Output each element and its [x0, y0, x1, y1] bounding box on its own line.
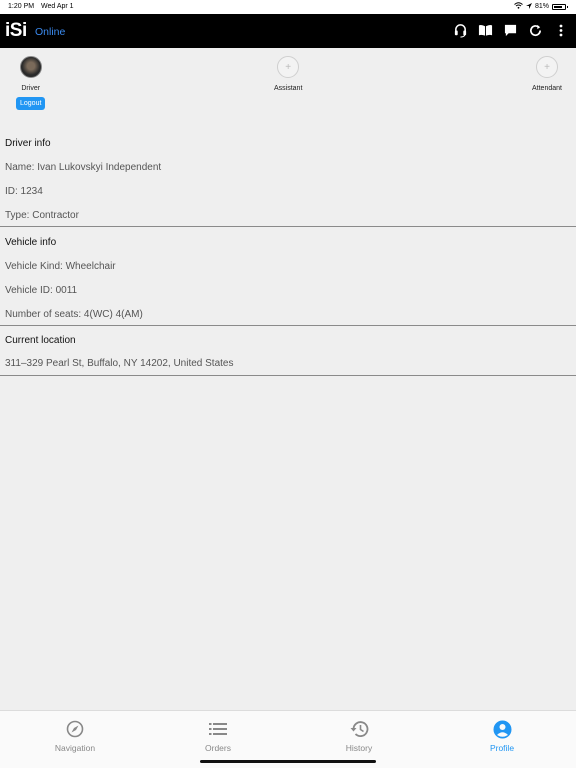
vehicle-seats: Number of seats: 4(WC) 4(AM): [5, 309, 143, 320]
logout-button[interactable]: Logout: [16, 97, 46, 110]
add-attendant-button[interactable]: +: [535, 56, 558, 78]
app-header: iSi Online: [0, 14, 576, 48]
driver-info-title: Driver info: [5, 138, 51, 149]
vehicle-info-title: Vehicle info: [5, 237, 57, 248]
vehicle-id: Vehicle ID: 0011: [5, 285, 78, 296]
header-actions: [453, 23, 568, 38]
plus-icon: +: [285, 61, 292, 73]
tab-label: Navigation: [54, 743, 96, 753]
wifi-icon: [514, 2, 523, 11]
headset-icon[interactable]: [453, 23, 468, 38]
profile-icon: [492, 719, 512, 739]
driver-info-section: Driver info Name: Ivan Lukovskyi Indepen…: [0, 128, 576, 227]
tab-profile[interactable]: Profile: [462, 719, 542, 753]
navigation-icon: [65, 719, 85, 739]
tab-navigation[interactable]: Navigation: [35, 719, 115, 753]
tab-label: Profile: [489, 743, 515, 753]
current-location-address: 311–329 Pearl St, Buffalo, NY 14202, Uni…: [5, 358, 234, 369]
location-arrow-icon: [525, 2, 532, 11]
assistant-slot: + Assistant: [274, 56, 302, 92]
online-status[interactable]: Online: [35, 26, 65, 38]
battery-percent: 81%: [534, 3, 549, 10]
current-location-section: Current location 311–329 Pearl St, Buffa…: [0, 326, 576, 376]
attendant-label: Attendant: [532, 85, 562, 92]
status-time: 1:20 PM: [8, 3, 35, 10]
history-icon: [349, 719, 369, 739]
vehicle-kind: Vehicle Kind: Wheelchair: [5, 261, 116, 272]
driver-id: ID: 1234: [5, 186, 43, 197]
refresh-icon[interactable]: [528, 23, 543, 38]
driver-slot: Driver Logout: [16, 56, 46, 110]
tab-label: Orders: [205, 743, 231, 753]
vehicle-info-section: Vehicle info Vehicle Kind: Wheelchair Ve…: [0, 227, 576, 326]
add-assistant-button[interactable]: +: [277, 56, 300, 78]
assistant-label: Assistant: [274, 85, 303, 92]
driver-type: Type: Contractor: [5, 210, 79, 221]
chat-icon[interactable]: [503, 23, 518, 38]
status-right: 81%: [514, 2, 568, 11]
status-bar: 1:20 PM Wed Apr 1 81%: [0, 0, 576, 14]
plus-icon: +: [544, 61, 550, 73]
crew-row: Driver Logout + Assistant + Attendant: [0, 56, 576, 116]
tab-history[interactable]: History: [319, 719, 399, 753]
battery-icon: [552, 3, 568, 10]
tab-label: History: [345, 743, 373, 753]
more-vertical-icon[interactable]: [553, 23, 568, 38]
driver-label: Driver: [21, 85, 41, 92]
status-date: Wed Apr 1: [41, 3, 74, 10]
driver-avatar[interactable]: [19, 56, 42, 78]
list-icon: [208, 719, 228, 739]
home-indicator: [200, 760, 376, 763]
current-location-title: Current location: [5, 335, 76, 346]
tab-orders[interactable]: Orders: [178, 719, 258, 753]
app-logo: iSi: [5, 20, 27, 41]
book-icon[interactable]: [478, 23, 493, 38]
attendant-slot: + Attendant: [532, 56, 562, 92]
driver-name: Name: Ivan Lukovskyi Independent: [5, 162, 162, 173]
